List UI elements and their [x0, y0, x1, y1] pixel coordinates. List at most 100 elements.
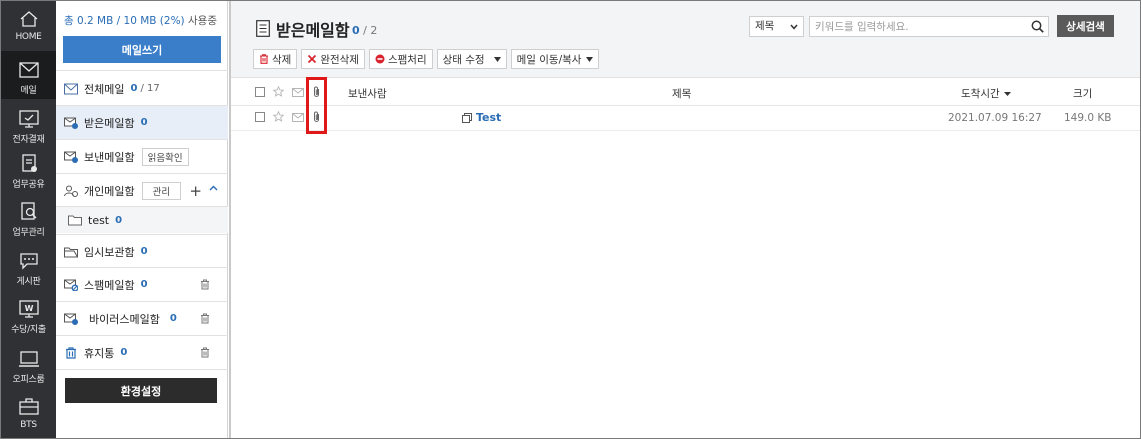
trash-folder-icon — [66, 346, 76, 359]
spam-icon — [64, 279, 78, 291]
row-checkbox[interactable] — [255, 112, 265, 122]
folder-label: 휴지통 — [84, 346, 115, 360]
attachment-column-highlight — [306, 77, 327, 134]
divider — [56, 369, 228, 370]
rail-board[interactable]: 게시판 — [1, 251, 56, 291]
folder-all-mail[interactable]: 전체메일 0 / 17 — [56, 72, 228, 105]
star-icon[interactable] — [273, 86, 284, 97]
compose-button[interactable]: 메일쓰기 — [63, 36, 221, 63]
status-label: 상태 수정 — [442, 53, 485, 66]
rail-approval[interactable]: 전자결재 — [1, 109, 56, 149]
drafts-folder-icon — [64, 247, 78, 257]
mail-sidebar: 총 0.2 MB / 10 MB (2%) 사용중 메일쓰기 전체메일 0 / … — [56, 1, 228, 438]
folder-label: 전체메일 — [84, 82, 125, 96]
trash-icon[interactable] — [200, 313, 210, 324]
quota-usage: 총 0.2 MB / 10 MB (2%) — [64, 15, 185, 27]
column-size[interactable]: 크기 — [1073, 86, 1092, 101]
chevron-up-icon[interactable] — [209, 184, 218, 193]
mail-header: 받은메일함 0 / 2 제목 상세검색 삭제 완전삭제 — [231, 1, 1140, 78]
rail-label: 게시판 — [16, 277, 41, 287]
folder-label: 받은메일함 — [84, 116, 135, 130]
folder-total: / 17 — [140, 83, 160, 94]
add-folder-icon[interactable]: + — [189, 182, 202, 200]
advanced-search-button[interactable]: 상세검색 — [1057, 15, 1114, 37]
folder-count: 0 — [140, 246, 148, 257]
unread-count: 0 — [352, 24, 360, 37]
rail-office[interactable]: 오피스룸 — [1, 349, 56, 389]
mail-toolbar: 삭제 완전삭제 스팸처리 상태 수정 메일 이동/복사 — [253, 49, 600, 69]
total-count: / 2 — [363, 24, 378, 37]
folder-test[interactable]: test 0 — [56, 207, 228, 233]
mail-icon — [18, 62, 39, 78]
envelope-icon — [292, 113, 304, 122]
mail-count: 0 / 2 — [352, 24, 377, 37]
rail-label: BTS — [20, 420, 37, 430]
rail-bts[interactable]: BTS — [1, 397, 56, 437]
folder-icon — [68, 215, 82, 226]
delete-button[interactable]: 삭제 — [253, 49, 298, 69]
folder-inbox[interactable]: 받은메일함 0 — [56, 106, 228, 139]
star-icon[interactable] — [273, 111, 284, 122]
column-sender[interactable]: 보낸사람 — [348, 86, 387, 101]
app-rail: HOME 메일 전자결재 업무공유 업무관리 게시판 W 수당/지출 오피스룸 — [1, 1, 56, 438]
folder-virus[interactable]: 바이러스메일함 0 — [56, 302, 228, 335]
trash-icon[interactable] — [200, 347, 210, 358]
folder-label: 개인메일함 — [84, 184, 135, 198]
folder-spam[interactable]: 스팸메일함 0 — [56, 268, 228, 301]
spam-button[interactable]: 스팸처리 — [368, 49, 433, 69]
settings-button[interactable]: 환경설정 — [65, 378, 217, 403]
rail-mail[interactable]: 메일 — [1, 51, 56, 99]
mail-main: 받은메일함 0 / 2 제목 상세검색 삭제 완전삭제 — [231, 1, 1140, 438]
rail-task[interactable]: 업무관리 — [1, 202, 56, 242]
app-window: HOME 메일 전자결재 업무공유 업무관리 게시판 W 수당/지출 오피스룸 — [0, 0, 1141, 439]
move-copy-dropdown[interactable]: 메일 이동/복사 — [510, 49, 600, 69]
list-document-icon — [256, 20, 270, 37]
delete-label: 삭제 — [272, 53, 292, 66]
share-icon — [21, 154, 37, 172]
search-icon[interactable] — [1031, 20, 1044, 33]
move-copy-label: 메일 이동/복사 — [516, 53, 582, 66]
envelope-icon — [292, 88, 304, 97]
row-subject-text: Test — [476, 111, 502, 124]
permanent-delete-button[interactable]: 완전삭제 — [301, 49, 365, 69]
divider — [56, 70, 228, 71]
inbox-icon — [64, 117, 78, 129]
sent-icon — [64, 151, 78, 163]
virus-icon — [64, 313, 78, 325]
search-input[interactable] — [809, 16, 1049, 37]
folder-trash[interactable]: 휴지통 0 — [56, 336, 228, 369]
folder-count: 0 — [120, 347, 128, 358]
folder-count: 0 — [140, 117, 148, 128]
row-subject[interactable]: Test — [462, 111, 501, 124]
folder-drafts[interactable]: 임시보관함 0 — [56, 235, 228, 268]
manage-button[interactable]: 관리 — [141, 181, 182, 200]
svg-text:W: W — [24, 304, 33, 313]
sort-down-icon — [1003, 92, 1011, 96]
task-icon — [20, 202, 37, 220]
folder-label: test — [88, 213, 110, 227]
bts-icon — [18, 398, 39, 415]
table-row[interactable]: Test 2021.07.09 16:27 149.0 KB — [231, 106, 1140, 131]
spam-label: 스팸처리 — [387, 53, 427, 66]
column-subject[interactable]: 제목 — [672, 86, 691, 101]
close-icon — [308, 54, 317, 64]
folder-count: 0 — [140, 279, 148, 290]
home-icon — [20, 11, 37, 27]
folder-personal[interactable]: 개인메일함 관리 + — [56, 174, 228, 207]
rail-label: 메일 — [20, 86, 37, 96]
search-field-select[interactable]: 제목 — [749, 16, 804, 37]
read-receipt-button[interactable]: 읽음확인 — [141, 147, 189, 166]
trash-icon[interactable] — [200, 279, 210, 290]
rail-share[interactable]: 업무공유 — [1, 154, 56, 194]
preview-icon[interactable] — [462, 112, 472, 123]
select-all-checkbox[interactable] — [255, 87, 265, 97]
rail-label: HOME — [15, 32, 42, 42]
column-received[interactable]: 도착시간 — [961, 86, 1011, 101]
rail-expense[interactable]: W 수당/지출 — [1, 299, 56, 339]
rail-home[interactable]: HOME — [1, 9, 56, 49]
folder-sent[interactable]: 보낸메일함 읽음확인 — [56, 140, 228, 173]
caret-down-icon — [586, 56, 594, 62]
table-header: 보낸사람 제목 도착시간 크기 — [231, 79, 1140, 106]
search-field-value: 제목 — [755, 20, 775, 32]
status-dropdown[interactable]: 상태 수정 — [436, 49, 507, 69]
